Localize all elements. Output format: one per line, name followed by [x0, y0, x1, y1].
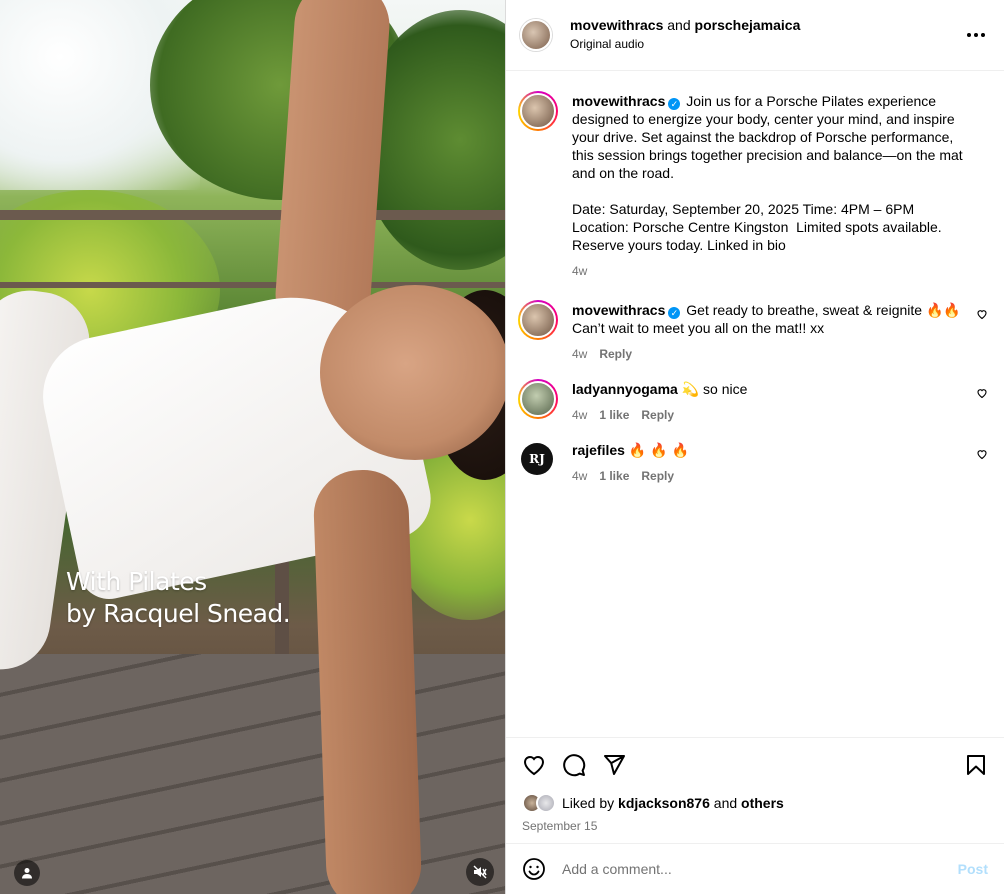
wood-deck	[0, 654, 505, 894]
caption-username[interactable]: movewithracs	[572, 93, 665, 109]
avatar[interactable]: RJ	[518, 440, 558, 480]
video-overlay-text: With Pilates by Racquel Snead.	[66, 566, 291, 630]
comment-text: 💫 so nice	[681, 381, 748, 397]
bookmark-icon[interactable]	[964, 753, 988, 777]
author-username[interactable]: movewithracs	[570, 17, 663, 33]
avatar[interactable]	[518, 91, 558, 131]
heart-icon[interactable]	[964, 300, 988, 363]
avatar-initials: RJ	[521, 443, 553, 475]
comment-body: ladyannyogama 💫 so nice 4w 1 like Reply	[572, 379, 964, 424]
speaker-muted-icon[interactable]	[466, 858, 494, 886]
liked-by-user[interactable]: kdjackson876	[618, 795, 710, 811]
emoji-smile-icon[interactable]	[522, 857, 546, 881]
comment-time[interactable]: 4w	[572, 406, 587, 424]
comment-time[interactable]: 4w	[572, 467, 587, 485]
verified-icon: ✓	[668, 98, 681, 110]
comment-meta: 4w 1 like Reply	[572, 406, 964, 424]
avatar[interactable]	[536, 793, 556, 813]
post-video[interactable]: With Pilates by Racquel Snead.	[0, 0, 505, 894]
comment-meta: 4w 1 like Reply	[572, 467, 964, 485]
post-authors: movewithracs and porschejamaica Original…	[570, 16, 964, 54]
list-item: ladyannyogama 💫 so nice 4w 1 like Reply	[518, 379, 988, 424]
caption-meta: 4w	[572, 262, 964, 280]
heart-icon[interactable]	[964, 440, 988, 485]
more-horizontal-icon[interactable]	[964, 23, 988, 47]
add-comment-bar: Post	[506, 843, 1004, 894]
reply-button[interactable]: Reply	[599, 345, 632, 363]
comment-username[interactable]: movewithracs	[572, 302, 665, 318]
verified-icon: ✓	[668, 307, 681, 319]
liked-by-and: and	[713, 795, 738, 811]
audio-label[interactable]: Original audio	[570, 35, 964, 54]
railing	[0, 210, 505, 220]
send-paper-plane-icon[interactable]	[602, 753, 626, 777]
comment-body: movewithracs ✓ Get ready to breathe, swea…	[572, 300, 964, 363]
post-header: movewithracs and porschejamaica Original…	[506, 0, 1004, 71]
liker-avatars	[522, 793, 560, 813]
reply-button[interactable]: Reply	[641, 406, 674, 424]
post-date[interactable]: September 15	[522, 819, 988, 833]
comment-time[interactable]: 4w	[572, 345, 587, 363]
liked-by-others[interactable]: others	[741, 795, 784, 811]
comment-body: rajefiles 🔥 🔥 🔥 4w 1 like Reply	[572, 440, 964, 485]
overlay-line-1: With Pilates	[66, 567, 207, 596]
avatar[interactable]	[518, 300, 558, 340]
caption-body: movewithracs ✓ Join us for a Porsche Pila…	[572, 91, 964, 280]
post-actions: Liked by kdjackson876 and others Septemb…	[506, 737, 1004, 843]
figure-arm	[312, 468, 423, 894]
liked-by: Liked by kdjackson876 and others	[522, 793, 988, 813]
comment-bubble-icon[interactable]	[562, 753, 586, 777]
reply-button[interactable]: Reply	[641, 467, 674, 485]
avatar[interactable]	[520, 19, 552, 51]
avatar[interactable]	[518, 379, 558, 419]
comment-text: 🔥 🔥 🔥	[628, 442, 689, 458]
list-item: movewithracs ✓ Get ready to breathe, swea…	[518, 300, 988, 363]
post-modal: With Pilates by Racquel Snead. movewithr…	[0, 0, 1004, 894]
comment-username[interactable]: rajefiles	[572, 442, 625, 458]
list-item: RJ rajefiles 🔥 🔥 🔥 4w 1 like Reply	[518, 440, 988, 485]
comments-list: movewithracs ✓ Join us for a Porsche Pila…	[506, 71, 1004, 737]
heart-icon[interactable]	[964, 379, 988, 424]
comment-username[interactable]: ladyannyogama	[572, 381, 678, 397]
comment-meta: 4w Reply	[572, 345, 964, 363]
caption-text: Join us for a Porsche Pilates experience…	[572, 93, 963, 253]
post-button[interactable]: Post	[958, 861, 988, 877]
post-panel: movewithracs and porschejamaica Original…	[505, 0, 1004, 894]
heart-icon[interactable]	[522, 753, 546, 777]
caption: movewithracs ✓ Join us for a Porsche Pila…	[518, 91, 988, 280]
action-icons	[522, 750, 988, 780]
overlay-line-2: by Racquel Snead.	[66, 599, 291, 628]
caption-time[interactable]: 4w	[572, 262, 587, 280]
comment-input[interactable]	[562, 861, 958, 877]
collab-username[interactable]: porschejamaica	[695, 17, 801, 33]
figure-head	[320, 285, 505, 460]
likes-count[interactable]: 1 like	[599, 467, 629, 485]
person-icon[interactable]	[14, 860, 40, 886]
likes-count[interactable]: 1 like	[599, 406, 629, 424]
and-text: and	[667, 17, 691, 33]
liked-by-prefix: Liked by	[562, 795, 615, 811]
